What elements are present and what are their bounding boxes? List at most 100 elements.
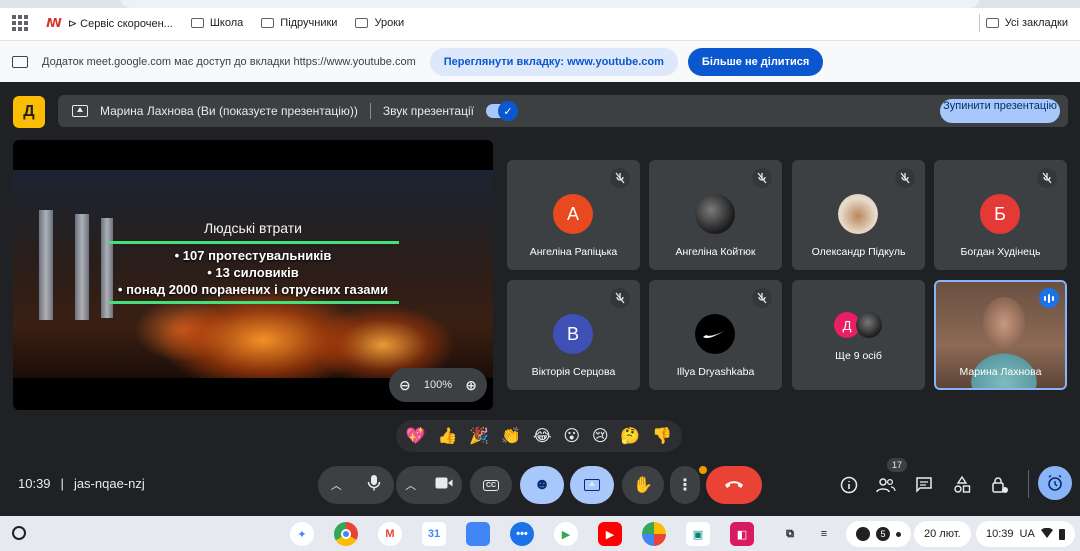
self-view-tile[interactable]: Марина Лахнова bbox=[934, 280, 1067, 390]
view-tab-button[interactable]: Переглянути вкладку: www.youtube.com bbox=[429, 47, 678, 76]
surprised-reaction[interactable]: 😮 bbox=[563, 426, 580, 446]
more-vert-icon: ⋮ bbox=[677, 477, 693, 494]
raise-hand-button[interactable]: ✋ bbox=[622, 466, 664, 504]
participant-name: Олександр Підкуль bbox=[811, 246, 906, 258]
participant-tile[interactable]: Ангеліна Койтюк bbox=[649, 160, 782, 270]
sharing-message: Додаток meet.google.com має доступ до вк… bbox=[42, 55, 416, 68]
status-tray-apps[interactable]: 5 bbox=[846, 521, 911, 547]
classroom-icon[interactable]: ◧ bbox=[730, 522, 754, 546]
participant-tile[interactable]: В Вікторія Серцова bbox=[507, 280, 640, 390]
present-button[interactable] bbox=[570, 466, 614, 504]
party-popper-reaction[interactable]: 🎉 bbox=[469, 426, 489, 446]
bookmark-folder-school[interactable]: Школа bbox=[190, 17, 243, 29]
bookmark-folder-lessons[interactable]: Уроки bbox=[355, 17, 404, 29]
stop-presentation-button[interactable]: Зупинити презентацію bbox=[940, 99, 1060, 123]
folder-icon bbox=[261, 18, 275, 28]
call-end-icon bbox=[724, 476, 744, 494]
participant-tile[interactable]: Illya Dryashkaba bbox=[649, 280, 782, 390]
emoji-button[interactable]: ☻ bbox=[520, 466, 564, 504]
divider bbox=[369, 103, 371, 119]
clock: 10:39 bbox=[986, 528, 1014, 540]
photos-icon[interactable] bbox=[642, 522, 666, 546]
speaking-indicator-icon bbox=[1039, 288, 1059, 308]
files-icon[interactable] bbox=[466, 522, 490, 546]
present-screen-icon bbox=[584, 479, 600, 491]
more-participants-tile[interactable]: Д Ще 9 осіб bbox=[792, 280, 925, 390]
leave-call-button[interactable] bbox=[706, 466, 762, 504]
activities-icon[interactable] bbox=[951, 474, 973, 496]
bookmark-folder-textbooks[interactable]: Підручники bbox=[261, 17, 337, 29]
presentation-sound-toggle[interactable]: ✓ bbox=[485, 101, 518, 121]
chat-icon[interactable] bbox=[913, 474, 935, 496]
participant-tile[interactable]: Б Богдан Худінець bbox=[934, 160, 1067, 270]
apps-grid-icon[interactable] bbox=[12, 15, 28, 31]
hand-icon: ✋ bbox=[633, 477, 653, 494]
avatar: А bbox=[553, 194, 593, 234]
thumbs-up-reaction[interactable]: 👍 bbox=[438, 426, 458, 446]
play-store-icon[interactable]: ▶ bbox=[554, 522, 578, 546]
all-bookmarks[interactable]: Усі закладки bbox=[985, 8, 1068, 38]
gemini-icon[interactable]: ✦ bbox=[290, 522, 314, 546]
participant-tile[interactable]: А Ангеліна Рапіцька bbox=[507, 160, 640, 270]
mic-off-icon bbox=[610, 168, 630, 188]
date-tray[interactable]: 20 лют. bbox=[914, 521, 971, 547]
more-options-button[interactable]: ⋮ bbox=[670, 466, 700, 504]
emoji-icon: ☻ bbox=[533, 476, 551, 493]
date-label: 20 лют. bbox=[924, 528, 961, 540]
meet-logo-icon: Д bbox=[13, 96, 45, 128]
host-controls-icon[interactable] bbox=[989, 474, 1011, 496]
system-tray[interactable]: 10:39 UA bbox=[976, 521, 1075, 547]
slide-bullet: • понад 2000 поранених і отруєних газами bbox=[117, 282, 389, 297]
thumbs-down-reaction[interactable]: 👎 bbox=[652, 426, 672, 446]
zoom-out-icon[interactable]: ⊖ bbox=[399, 377, 411, 394]
joy-reaction[interactable]: 😂 bbox=[533, 426, 552, 446]
zoom-controls: ⊖ 100% ⊕ bbox=[389, 368, 487, 402]
sparkling-heart-reaction[interactable]: 💖 bbox=[406, 426, 426, 446]
chevron-up-icon[interactable]: ︿ bbox=[405, 477, 416, 493]
chrome-icon[interactable] bbox=[334, 522, 358, 546]
launcher-icon[interactable] bbox=[12, 526, 26, 540]
mic-icon[interactable] bbox=[367, 474, 381, 497]
presentation-header: Д Марина Лахнова (Ви (показуєте презента… bbox=[0, 82, 1080, 136]
divider bbox=[1028, 470, 1029, 498]
meeting-info: 10:39 | jas-nqae-nzj bbox=[18, 476, 145, 491]
meet-icon[interactable]: ▣ bbox=[686, 522, 710, 546]
zoom-in-icon[interactable]: ⊕ bbox=[465, 377, 477, 394]
participant-name: Illya Dryashkaba bbox=[676, 366, 755, 378]
clipboard-icon[interactable]: ≡ bbox=[812, 522, 836, 546]
participant-name: Богдан Худінець bbox=[960, 246, 1041, 258]
address-bar[interactable] bbox=[120, 0, 980, 8]
notification-count: 5 bbox=[876, 527, 890, 541]
bookmark-label: Підручники bbox=[280, 17, 338, 29]
captions-button[interactable]: CC bbox=[470, 466, 512, 504]
gmail-icon[interactable]: M bbox=[378, 522, 402, 546]
camera-icon[interactable] bbox=[435, 476, 453, 494]
mic-off-icon bbox=[752, 288, 772, 308]
meeting-timer-button[interactable] bbox=[1038, 466, 1072, 500]
divider: | bbox=[60, 476, 64, 491]
crying-reaction[interactable]: 😢 bbox=[592, 426, 609, 446]
bookmark-favicon-icon: ꟿ bbox=[46, 16, 62, 30]
clapping-reaction[interactable]: 👏 bbox=[501, 426, 521, 446]
windows-overview-icon[interactable]: ⧉ bbox=[778, 522, 802, 546]
calendar-icon[interactable]: 31 bbox=[422, 522, 446, 546]
bookmark-shortener[interactable]: ꟿ ⊳ Сервіс скорочен... bbox=[46, 16, 173, 30]
folder-icon bbox=[190, 18, 204, 28]
presenter-status: Марина Лахнова (Ви (показуєте презентаці… bbox=[100, 104, 358, 118]
messages-icon[interactable]: ••• bbox=[510, 522, 534, 546]
chevron-up-icon[interactable]: ︿ bbox=[331, 477, 342, 493]
slide-bullet: • 107 протестувальників bbox=[174, 248, 332, 263]
stop-sharing-button[interactable]: Більше не ділитися bbox=[687, 47, 824, 76]
swoosh-logo-icon bbox=[695, 314, 735, 354]
participant-tile[interactable]: Олександр Підкуль bbox=[792, 160, 925, 270]
presentation-sound-label: Звук презентації bbox=[382, 104, 474, 118]
thinking-reaction[interactable]: 🤔 bbox=[620, 426, 640, 446]
notification-dot bbox=[699, 466, 707, 474]
info-icon[interactable] bbox=[838, 474, 860, 496]
youtube-icon[interactable]: ▶ bbox=[598, 522, 622, 546]
people-icon[interactable] bbox=[875, 474, 897, 496]
tab-strip bbox=[0, 0, 1080, 8]
wifi-icon bbox=[1040, 527, 1053, 541]
bookmark-label: ⊳ Сервіс скорочен... bbox=[67, 17, 173, 30]
avatar: Б bbox=[980, 194, 1020, 234]
